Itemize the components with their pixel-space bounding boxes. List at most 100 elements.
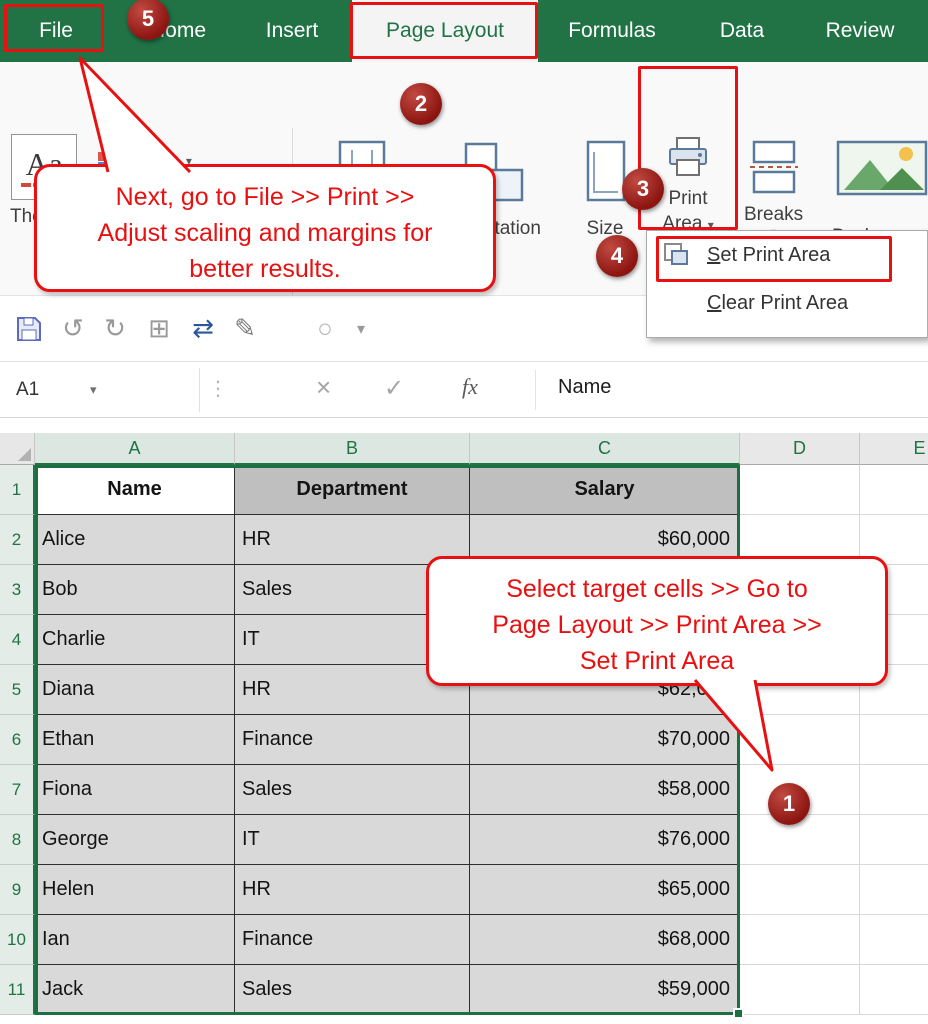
row-header-4[interactable]: 4 (0, 615, 35, 665)
cell-A2[interactable]: Alice (35, 515, 235, 565)
clear-print-area-label: Clear Print Area (707, 292, 848, 315)
menu-item-set-print-area[interactable]: Set Print Area (647, 231, 927, 279)
callout-line: Select target cells >> Go to (429, 571, 885, 607)
cell-B7[interactable]: Sales (235, 765, 470, 815)
tab-formulas[interactable]: Formulas (552, 0, 672, 62)
cell-B6[interactable]: Finance (235, 715, 470, 765)
cell-E7[interactable] (860, 765, 928, 815)
view-grid-icon[interactable]: ⊞ (142, 312, 176, 346)
cell-E10[interactable] (860, 915, 928, 965)
callout-line: Adjust scaling and margins for (37, 215, 493, 251)
row-header-5[interactable]: 5 (0, 665, 35, 715)
step-badge-1: 1 (768, 783, 810, 825)
cell-C7[interactable]: $58,000 (470, 765, 740, 815)
breaks-label: Breaks (744, 204, 803, 226)
tab-data[interactable]: Data (706, 0, 778, 62)
column-header-D[interactable]: D (740, 433, 860, 465)
row-header-6[interactable]: 6 (0, 715, 35, 765)
cell-C8[interactable]: $76,000 (470, 815, 740, 865)
name-box[interactable]: A1 ▾ (2, 368, 200, 412)
cell-D11[interactable] (740, 965, 860, 1015)
name-box-caret-icon[interactable]: ▾ (90, 382, 97, 398)
callout-line: Set Print Area (429, 643, 885, 679)
print-area-icon (665, 134, 711, 182)
formula-bar-content[interactable]: Name (558, 376, 611, 399)
background-button[interactable] (836, 138, 928, 198)
cell-E8[interactable] (860, 815, 928, 865)
cell-E11[interactable] (860, 965, 928, 1015)
breaks-button[interactable]: Breaks ▾ (744, 138, 803, 238)
column-header-A[interactable]: A (35, 433, 235, 465)
cell-B9[interactable]: HR (235, 865, 470, 915)
undo-icon[interactable]: ↺ (56, 312, 90, 346)
save-icon[interactable] (12, 312, 46, 346)
cell-E6[interactable] (860, 715, 928, 765)
row-header-9[interactable]: 9 (0, 865, 35, 915)
cell-D9[interactable] (740, 865, 860, 915)
row-header-1[interactable]: 1 (0, 465, 35, 515)
formula-bar-separator (535, 370, 536, 410)
cell-D1[interactable] (740, 465, 860, 515)
fill-handle[interactable] (733, 1008, 744, 1019)
cell-C11[interactable]: $59,000 (470, 965, 740, 1015)
cell-A10[interactable]: Ian (35, 915, 235, 965)
step-badge-2: 2 (400, 83, 442, 125)
confirm-entry-icon[interactable]: ✓ (384, 374, 404, 403)
cell-B10[interactable]: Finance (235, 915, 470, 965)
cell-D6[interactable] (740, 715, 860, 765)
breaks-icon (746, 138, 802, 198)
cell-E1[interactable] (860, 465, 928, 515)
fit-width-icon[interactable]: ⇄ (186, 312, 220, 346)
cell-A11[interactable]: Jack (35, 965, 235, 1015)
cell-E9[interactable] (860, 865, 928, 915)
cell-C1[interactable]: Salary (470, 465, 740, 515)
formula-bar-resize-dots[interactable]: ⋮ (208, 376, 228, 401)
cell-D10[interactable] (740, 915, 860, 965)
row-header-2[interactable]: 2 (0, 515, 35, 565)
tab-review[interactable]: Review (810, 0, 910, 62)
sheet-grid: ABCDE1NameDepartmentSalary2AliceHR$60,00… (0, 433, 928, 1015)
set-print-area-icon (661, 242, 691, 268)
cancel-entry-icon[interactable]: × (316, 372, 331, 403)
cell-C9[interactable]: $65,000 (470, 865, 740, 915)
step-badge-5: 5 (127, 0, 169, 40)
column-header-E[interactable]: E (860, 433, 928, 465)
callout-select-cells: Select target cells >> Go to Page Layout… (426, 556, 888, 686)
size-icon (580, 138, 630, 212)
step-badge-3: 3 (622, 168, 664, 210)
qat-more-caret-icon[interactable]: ▾ (344, 312, 378, 346)
shape-circle-icon[interactable]: ○ (308, 312, 342, 346)
redo-icon[interactable]: ↻ (98, 312, 132, 346)
row-header-7[interactable]: 7 (0, 765, 35, 815)
insert-function-icon[interactable]: fx (462, 374, 478, 400)
cell-C10[interactable]: $68,000 (470, 915, 740, 965)
cell-A9[interactable]: Helen (35, 865, 235, 915)
cell-A1[interactable]: Name (35, 465, 235, 515)
cell-B1[interactable]: Department (235, 465, 470, 515)
cell-B8[interactable]: IT (235, 815, 470, 865)
cell-A8[interactable]: George (35, 815, 235, 865)
column-header-C[interactable]: C (470, 433, 740, 465)
callout-line: Next, go to File >> Print >> (37, 179, 493, 215)
cell-C6[interactable]: $70,000 (470, 715, 740, 765)
column-header-B[interactable]: B (235, 433, 470, 465)
callout-line: better results. (37, 251, 493, 287)
cell-A5[interactable]: Diana (35, 665, 235, 715)
row-header-8[interactable]: 8 (0, 815, 35, 865)
draw-pencil-icon[interactable]: ✎ (228, 312, 262, 346)
row-header-3[interactable]: 3 (0, 565, 35, 615)
tab-file[interactable]: File (12, 0, 100, 62)
row-header-11[interactable]: 11 (0, 965, 35, 1015)
cell-A4[interactable]: Charlie (35, 615, 235, 665)
menu-item-clear-print-area[interactable]: Clear Print Area (647, 279, 927, 327)
cell-D8[interactable] (740, 815, 860, 865)
cell-A6[interactable]: Ethan (35, 715, 235, 765)
cell-A3[interactable]: Bob (35, 565, 235, 615)
cell-B11[interactable]: Sales (235, 965, 470, 1015)
select-all-corner[interactable] (0, 433, 35, 465)
row-header-10[interactable]: 10 (0, 915, 35, 965)
tab-page-layout[interactable]: Page Layout (352, 0, 538, 62)
print-area-label: Print Area (662, 188, 707, 234)
tab-insert[interactable]: Insert (250, 0, 334, 62)
cell-A7[interactable]: Fiona (35, 765, 235, 815)
